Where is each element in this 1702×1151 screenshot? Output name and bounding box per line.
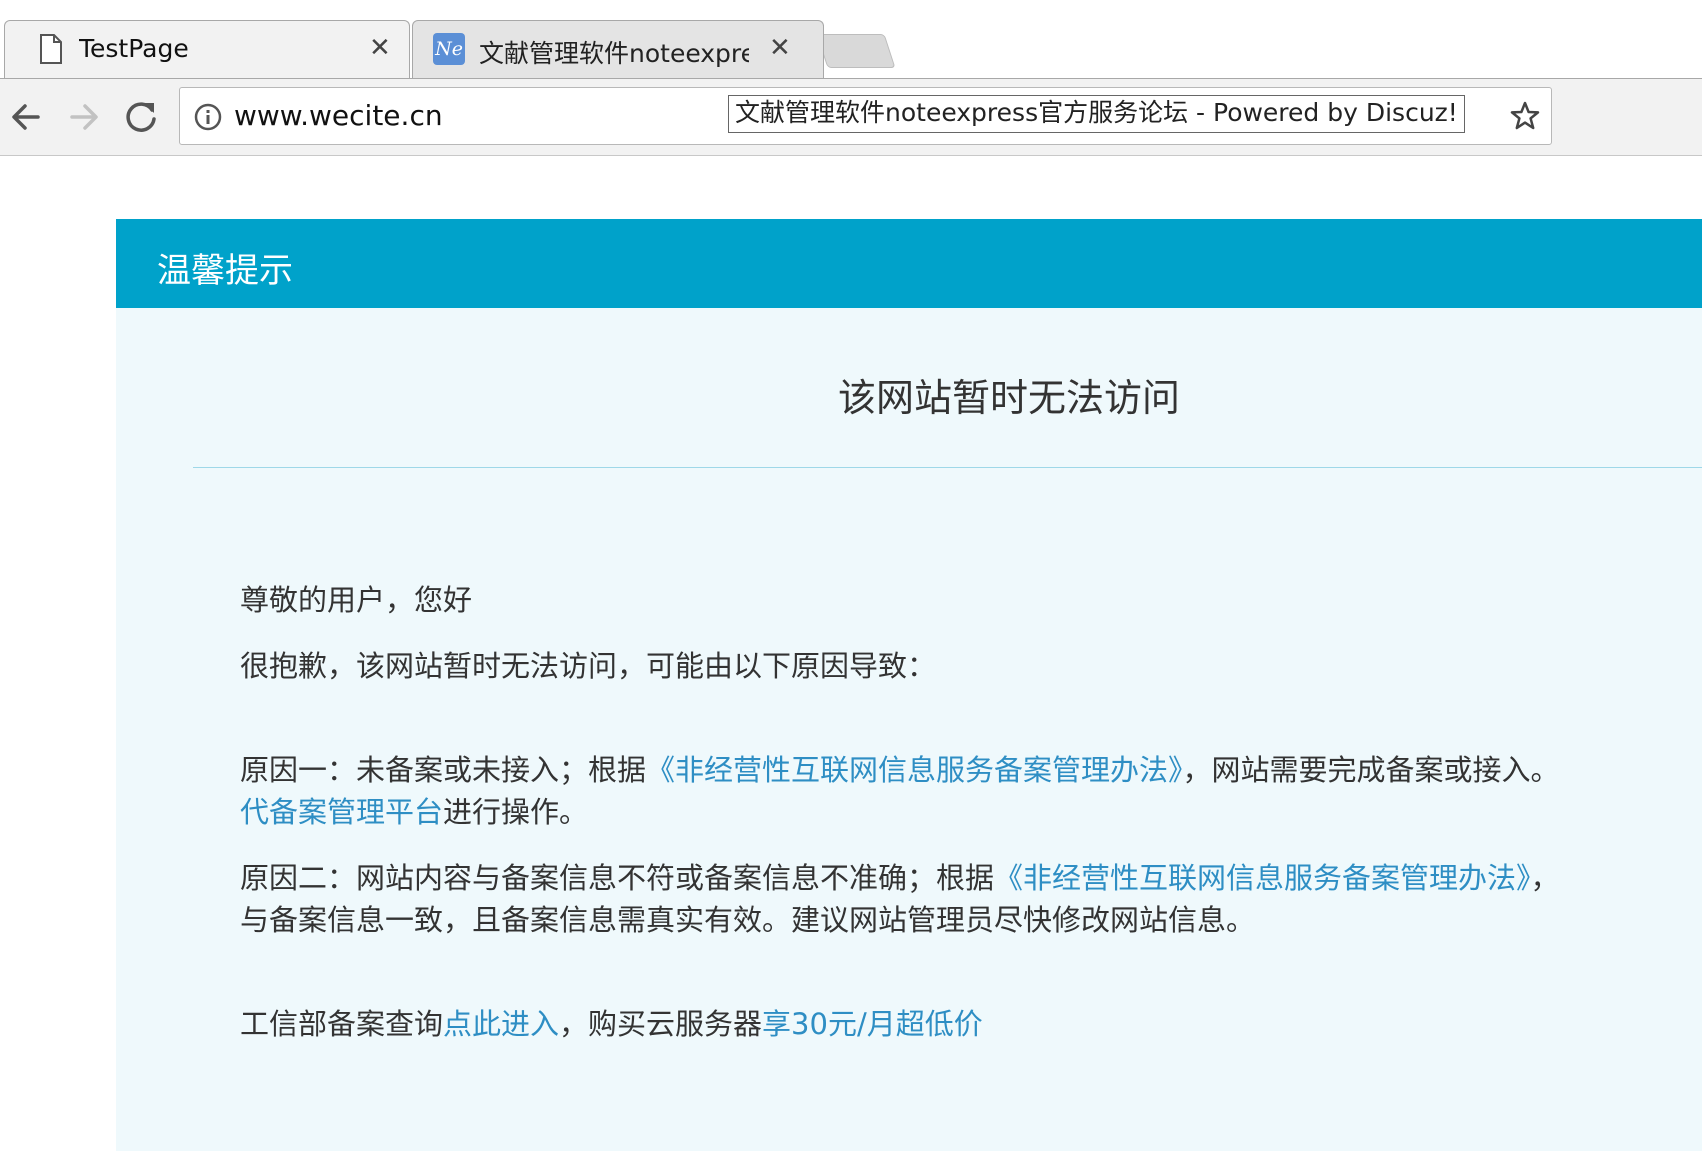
tab-title: 文献管理软件noteexpre (479, 39, 749, 68)
enter-link[interactable]: 点此进入 (443, 1007, 559, 1041)
new-tab-button[interactable] (816, 34, 896, 68)
url-text[interactable]: www.wecite.cn (234, 99, 443, 132)
reason-one-line: 原因一：未备案或未接入；根据《非经营性互联网信息服务备案管理办法》，网站需要完成… (240, 747, 1560, 789)
tab-strip: TestPage ✕ Ne 文献管理软件noteexpre ✕ (0, 0, 1702, 80)
filing-platform-link[interactable]: 代备案管理平台 (240, 795, 443, 829)
regulation-link[interactable]: 《非经营性互联网信息服务备案管理办法》 (994, 861, 1531, 895)
browser-window: TestPage ✕ Ne 文献管理软件noteexpre ✕ www.weci… (0, 0, 1702, 1151)
reason-two-line-2: 与备案信息一致，且备案信息需真实有效。建议网站管理员尽快修改网站信息。 (240, 903, 1256, 937)
intro-text: 很抱歉，该网站暂时无法访问，可能由以下原因导致： (240, 649, 937, 683)
reason-one-line-2-suffix: 进行操作。 (443, 795, 589, 829)
tab-tooltip: 文献管理软件noteexpress官方服务论坛 - Powered by Dis… (728, 95, 1465, 133)
tab-noteexpress[interactable]: Ne 文献管理软件noteexpre ✕ (412, 20, 824, 78)
reason-two-prefix: 原因二：网站内容与备案信息不符或备案信息不准确；根据 (240, 861, 995, 895)
footer-middle: ，购买云服务器 (559, 1007, 763, 1041)
notice-heading: 该网站暂时无法访问 (838, 376, 1181, 420)
regulation-link[interactable]: 《非经营性互联网信息服务备案管理办法》 (646, 753, 1183, 787)
greeting-text: 尊敬的用户，您好 (240, 583, 473, 617)
noteexpress-favicon: Ne (433, 33, 465, 65)
notice-header-title: 温馨提示 (157, 251, 293, 291)
footer-line: 工信部备案查询点此进入，购买云服务器享30元/月超低价 (240, 1001, 983, 1043)
back-arrow-icon[interactable] (6, 97, 46, 137)
tab-testpage[interactable]: TestPage ✕ (4, 20, 410, 78)
close-tab-icon[interactable]: ✕ (769, 33, 791, 63)
reason-one-suffix: ，网站需要完成备案或接入。 (1182, 753, 1560, 787)
document-icon (40, 34, 62, 64)
page-content: 温馨提示 该网站暂时无法访问 尊敬的用户，您好 很抱歉，该网站暂时无法访问，可能… (0, 156, 1702, 1151)
info-icon[interactable] (194, 103, 222, 131)
footer-prefix: 工信部备案查询 (240, 1007, 444, 1041)
bookmark-star-icon[interactable] (1509, 100, 1541, 132)
forward-arrow-icon[interactable] (64, 97, 104, 137)
notice-header: 温馨提示 (116, 219, 1702, 308)
reload-icon[interactable] (121, 97, 161, 137)
favicon-text: Ne (435, 38, 463, 60)
reason-two-line: 原因二：网站内容与备案信息不符或备案信息不准确；根据《非经营性互联网信息服务备案… (240, 855, 1560, 897)
reason-one-line-2: 代备案管理平台进行操作。 (240, 789, 588, 831)
tab-title: TestPage (79, 34, 189, 63)
notice-divider (193, 467, 1702, 468)
reason-two-suffix: ， (1530, 861, 1560, 895)
reason-one-prefix: 原因一：未备案或未接入；根据 (240, 753, 647, 787)
cloud-server-offer-link[interactable]: 享30元/月超低价 (762, 1007, 983, 1041)
notice-panel: 温馨提示 该网站暂时无法访问 尊敬的用户，您好 很抱歉，该网站暂时无法访问，可能… (116, 219, 1702, 1151)
close-tab-icon[interactable]: ✕ (369, 33, 391, 63)
